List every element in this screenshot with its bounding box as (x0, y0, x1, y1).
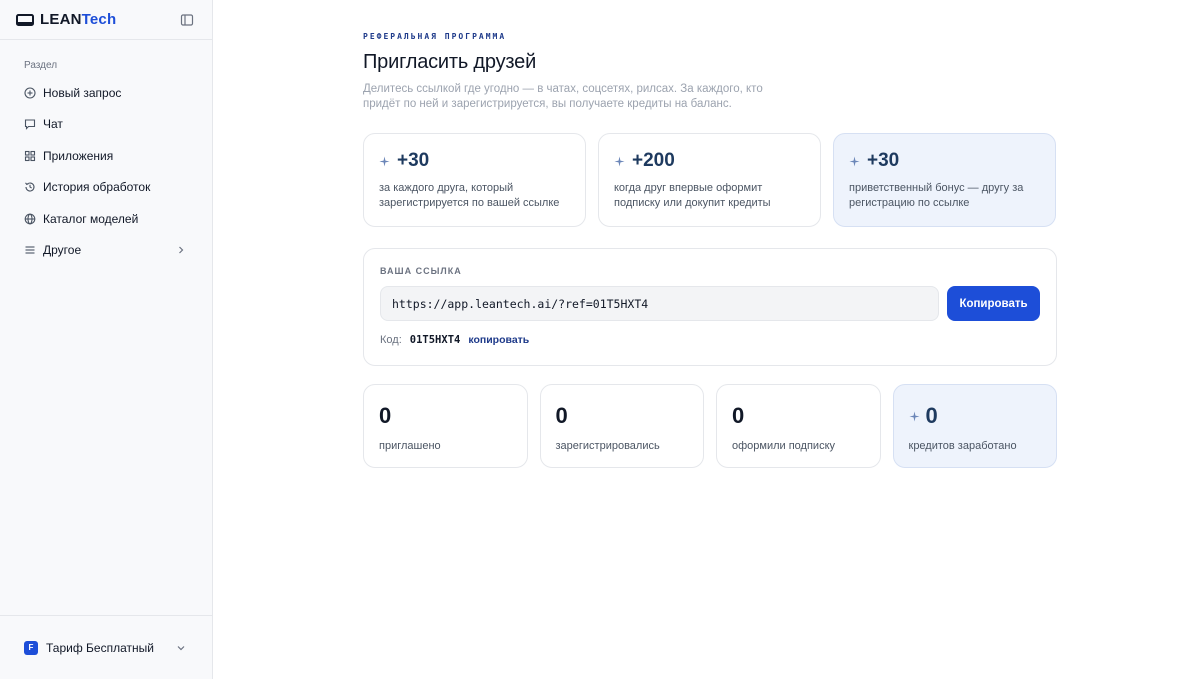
stat-value: 0 (732, 403, 745, 428)
sidebar-item-label: Чат (43, 117, 63, 132)
stat-label: приглашено (379, 440, 441, 452)
stat-card-subscribed: 0 оформили подписку (716, 384, 881, 468)
sidebar-nav: Новый запрос Чат Приложения История обра… (0, 77, 212, 266)
referral-link-label: ВАША ССЫЛКА (380, 266, 462, 276)
reward-card-signup: +30 за каждого друга, который зарегистри… (363, 133, 586, 227)
logo-text: LEANTech (40, 11, 117, 28)
sparkle-icon (849, 155, 860, 167)
sidebar-item-model-catalog[interactable]: Каталог моделей (0, 203, 212, 235)
history-icon (25, 182, 35, 192)
sidebar-item-label: Другое (43, 243, 82, 258)
chevron-down-icon (177, 645, 185, 650)
stats-cards: 0 приглашено 0 зарегистрировались 0 офор… (363, 384, 1057, 468)
reward-description: когда друг впервые оформит подписку или … (614, 182, 771, 209)
main-content: РЕФЕРАЛЬНАЯ ПРОГРАММА Пригласить друзей … (213, 0, 1200, 679)
reward-card-subscription: +200 когда друг впервые оформит подписку… (598, 133, 821, 227)
sidebar: LEANTech Раздел Новый запрос Чат Приложе… (0, 0, 213, 679)
sidebar-section-label: Раздел (24, 60, 58, 71)
logo-icon (16, 13, 34, 26)
referral-link-card: ВАША ССЫЛКА https://app.leantech.ai/?ref… (363, 248, 1057, 366)
referral-code-row: Код: 01T5HXT4 копировать (380, 334, 1040, 346)
sidebar-item-label: Каталог моделей (43, 211, 139, 226)
sidebar-item-chat[interactable]: Чат (0, 109, 212, 141)
page-title: Пригласить друзей (363, 51, 537, 73)
stat-label: зарегистрировались (555, 440, 660, 452)
page-eyebrow: РЕФЕРАЛЬНАЯ ПРОГРАММА (363, 32, 507, 41)
stat-card-registered: 0 зарегистрировались (539, 384, 704, 468)
globe-icon (24, 213, 36, 225)
reward-amount: +200 (632, 150, 675, 171)
plus-circle-icon (24, 87, 36, 99)
referral-code-value: 01T5HXT4 (409, 334, 461, 346)
stat-card-credits-earned: 0 кредитов заработано (892, 384, 1057, 468)
sidebar-item-apps[interactable]: Приложения (0, 140, 212, 172)
plan-badge: F (24, 640, 38, 655)
sidebar-item-label: Новый запрос (43, 85, 122, 100)
stat-value: 0 (379, 403, 392, 428)
referral-link-field[interactable]: https://app.leantech.ai/?ref=01T5HXT4 (380, 286, 939, 321)
sparkle-icon (379, 155, 390, 167)
sidebar-item-new-request[interactable]: Новый запрос (0, 77, 212, 109)
reward-card-welcome-bonus: +30 приветственный бонус — другу за реги… (833, 133, 1056, 227)
sparkle-icon (908, 410, 920, 422)
stat-value: 0 (555, 403, 568, 428)
reward-amount: +30 (867, 150, 900, 171)
reward-description: приветственный бонус — другу за регистра… (849, 182, 1024, 209)
stat-value: 0 (925, 403, 938, 428)
chevron-right-icon (179, 246, 184, 254)
sparkle-icon (614, 155, 625, 167)
sidebar-toggle-icon[interactable] (180, 13, 194, 27)
menu-icon (25, 246, 35, 254)
sidebar-header: LEANTech (0, 0, 212, 40)
sidebar-item-label: История обработок (43, 180, 151, 195)
stat-card-invited: 0 приглашено (363, 384, 528, 468)
reward-amount: +30 (397, 150, 430, 171)
copy-link-button[interactable]: Копировать (947, 286, 1040, 321)
sidebar-item-label: Приложения (43, 148, 114, 163)
chat-icon (24, 119, 36, 131)
stat-label: оформили подписку (732, 440, 836, 452)
stat-label: кредитов заработано (908, 440, 1017, 452)
referral-code-label: Код: (380, 334, 402, 346)
sidebar-item-history[interactable]: История обработок (0, 172, 212, 204)
page-subtitle: Делитесь ссылкой где угодно — в чатах, с… (363, 83, 763, 110)
grid-icon (24, 150, 36, 161)
sidebar-item-other[interactable]: Другое (0, 235, 212, 267)
logo[interactable]: LEANTech (16, 11, 116, 28)
plan-label: Тариф Бесплатный (46, 640, 154, 655)
reward-description: за каждого друга, который зарегистрирует… (379, 182, 560, 209)
plan-selector[interactable]: F Тариф Бесплатный (0, 615, 212, 679)
reward-cards: +30 за каждого друга, который зарегистри… (363, 133, 1057, 227)
copy-code-link[interactable]: копировать (468, 334, 529, 346)
